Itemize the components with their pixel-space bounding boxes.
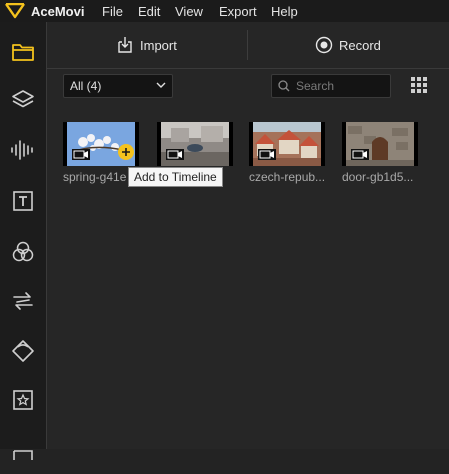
grid-view-icon[interactable] xyxy=(411,77,427,93)
search-icon xyxy=(278,80,290,92)
text-icon xyxy=(13,191,33,211)
rail-transitions[interactable] xyxy=(0,277,46,325)
folder-icon xyxy=(12,44,34,61)
import-button[interactable]: Import xyxy=(116,22,177,68)
audio-wave-icon xyxy=(11,140,33,160)
rail-elements[interactable] xyxy=(0,376,46,424)
video-icon xyxy=(351,149,369,160)
plus-icon xyxy=(122,148,130,156)
rail-text[interactable] xyxy=(0,177,46,225)
video-icon xyxy=(258,149,276,160)
menu-edit[interactable]: Edit xyxy=(138,4,160,19)
record-button[interactable]: Record xyxy=(315,22,381,68)
menu-file[interactable]: File xyxy=(102,4,123,19)
media-label: door-gb1d5... xyxy=(342,170,414,184)
filters-icon xyxy=(12,241,34,262)
rail-media[interactable] xyxy=(0,28,46,76)
chevron-down-icon xyxy=(156,82,166,88)
menu-bar: AceMovi File Edit View Export Help xyxy=(0,0,449,22)
import-label: Import xyxy=(140,37,177,53)
video-icon xyxy=(72,149,90,160)
elements-icon xyxy=(13,390,33,410)
record-icon xyxy=(315,36,333,54)
media-label: czech-repub... xyxy=(249,170,326,184)
acemovi-logo-icon xyxy=(5,3,25,19)
menu-help[interactable]: Help xyxy=(271,4,298,19)
media-toolbar: Import Record xyxy=(47,22,449,69)
media-filter-select[interactable]: All (4) xyxy=(63,74,173,98)
overlay-icon xyxy=(12,340,34,362)
import-icon xyxy=(118,37,132,53)
rail-audio[interactable] xyxy=(0,126,46,174)
menu-export[interactable]: Export xyxy=(219,4,257,19)
transitions-icon xyxy=(13,292,33,310)
media-panel: Import Record All (4) Search spring-g41e… xyxy=(47,22,449,449)
rail-filters[interactable] xyxy=(0,228,46,276)
search-input[interactable] xyxy=(296,78,384,94)
tool-rail xyxy=(0,22,47,460)
video-icon xyxy=(166,149,184,160)
window-icon xyxy=(13,450,33,460)
add-to-timeline-button[interactable] xyxy=(118,144,134,160)
rail-overlay[interactable] xyxy=(0,327,46,375)
app-name: AceMovi xyxy=(31,4,85,19)
add-to-timeline-tooltip: Add to Timeline xyxy=(128,167,223,187)
filter-value: All (4) xyxy=(70,79,102,93)
record-label: Record xyxy=(339,37,381,53)
menu-view[interactable]: View xyxy=(175,4,203,19)
rail-more[interactable] xyxy=(0,426,46,474)
layers-icon xyxy=(12,90,34,108)
toolbar-divider xyxy=(247,30,248,60)
rail-layers[interactable] xyxy=(0,76,46,124)
media-search[interactable] xyxy=(271,74,391,98)
